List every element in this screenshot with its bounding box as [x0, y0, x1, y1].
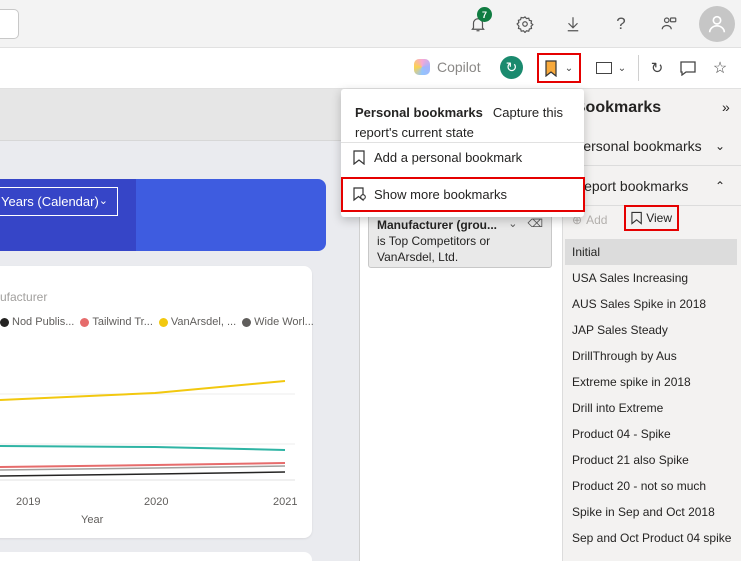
bookmark-item[interactable]: Product 04 - Spike [565, 421, 737, 447]
chart-legend: Nod Publis... Tailwind Tr... VanArsdel, … [0, 316, 314, 328]
avatar[interactable] [699, 6, 735, 42]
chevron-down-icon: ⌄ [98, 195, 108, 207]
filter-card-actions: ⌄ ⌫ [508, 216, 543, 232]
chart-card-lower[interactable] [0, 552, 312, 561]
bookmark-view-icon [631, 211, 642, 225]
reset-button[interactable]: ↻ [500, 56, 523, 79]
bookmark-item[interactable]: Product 21 also Spike [565, 447, 737, 473]
report-page-strip [0, 89, 360, 141]
bookmark-item[interactable]: Drill into Extreme [565, 395, 737, 421]
view-button[interactable]: ⌄ [592, 57, 630, 79]
legend-label: Tailwind Tr... [92, 316, 153, 328]
comment-icon [680, 60, 696, 76]
help-icon: ? [616, 14, 626, 33]
bookmark-item[interactable]: DrillThrough by Aus [565, 343, 737, 369]
search-input[interactable] [0, 9, 19, 39]
filter-value: is Top Competitors or VanArsdel, Ltd. [377, 234, 491, 264]
popup-title: Personal bookmarks [355, 105, 483, 120]
add-personal-label: Add a personal bookmark [374, 150, 523, 165]
eraser-icon[interactable]: ⌫ [527, 216, 543, 232]
bookmark-item[interactable]: AUS Sales Spike in 2018 [565, 291, 737, 317]
add-label: Add [586, 213, 608, 227]
comment-button[interactable] [679, 57, 697, 79]
collapse-pane-icon[interactable]: » [722, 99, 730, 115]
favorite-button[interactable]: ☆ [711, 57, 729, 79]
legend-dot [0, 317, 9, 327]
chevron-down-icon[interactable]: ⌄ [508, 216, 517, 232]
personal-bookmarks-section[interactable]: Personal bookmarks ⌄ [562, 126, 741, 166]
filter-card[interactable]: Manufacturer (grou... is Top Competitors… [368, 210, 552, 268]
legend-item[interactable]: VanArsdel, ... [158, 316, 237, 328]
bookmark-item[interactable]: Sep and Oct Product 04 spike [565, 525, 737, 551]
reset-icon: ↻ [505, 59, 518, 75]
legend-dot [158, 317, 168, 327]
bookmark-item[interactable]: Initial [565, 239, 737, 265]
add-personal-bookmark-item[interactable]: Add a personal bookmark [353, 150, 522, 165]
copilot-button[interactable]: Copilot [414, 59, 481, 75]
refresh-button[interactable]: ↻ [648, 57, 666, 79]
avatar-icon [708, 15, 726, 33]
refresh-icon: ↻ [650, 60, 664, 77]
chevron-down-icon: ⌄ [617, 62, 627, 74]
line-chart-plot [0, 380, 295, 481]
legend-label: Wide Worl... [254, 316, 314, 328]
bookmark-item[interactable]: JAP Sales Steady [565, 317, 737, 343]
chevron-down-icon: ⌄ [714, 138, 725, 153]
bookmarks-pane-title: Bookmarks [574, 99, 662, 116]
view-bookmarks-button[interactable]: View [624, 205, 679, 231]
popup-header: Personal bookmarks Capture this report's … [355, 103, 577, 143]
view-label: View [646, 211, 672, 225]
bookmark-item[interactable]: Spike in Sep and Oct 2018 [565, 499, 737, 525]
legend-item[interactable]: Wide Worl... [242, 316, 314, 328]
bookmark-list: Initial USA Sales Increasing AUS Sales S… [565, 239, 737, 551]
series-line-nod[interactable] [0, 471, 286, 477]
legend-item[interactable]: Nod Publis... [0, 316, 74, 328]
chart-subtitle: ufacturer [0, 290, 48, 304]
x-axis-title: Year [81, 514, 104, 526]
popup-divider [341, 142, 584, 143]
toolbar-divider [638, 55, 639, 81]
legend-item[interactable]: Tailwind Tr... [80, 316, 153, 328]
top-bar: 7 ? [0, 0, 741, 48]
copilot-label: Copilot [437, 59, 481, 75]
bookmark-add-icon [353, 150, 365, 165]
share-button[interactable] [655, 10, 683, 38]
chevron-up-icon: ⌃ [714, 178, 725, 193]
bookmark-item[interactable]: USA Sales Increasing [565, 265, 737, 291]
copilot-icon [414, 59, 430, 75]
notification-badge: 7 [477, 7, 492, 22]
x-tick-label: 2021 [273, 496, 298, 508]
section-label: Report bookmarks [574, 177, 689, 194]
legend-dot [242, 317, 252, 327]
download-icon [567, 17, 579, 32]
view-icon [595, 62, 612, 74]
year-slicer[interactable]: Years (Calendar) ⌄ [0, 187, 118, 216]
legend-label: Nod Publis... [12, 316, 75, 328]
report-bookmarks-section[interactable]: Report bookmarks ⌃ [562, 166, 741, 206]
section-label: Personal bookmarks [574, 137, 702, 154]
report-toolbar: Copilot ↻ ⌄ ⌄ ↻ ☆ [0, 48, 741, 89]
bookmark-button[interactable]: ⌄ [537, 53, 581, 83]
slicer-value: Years (Calendar) [1, 194, 99, 209]
notifications-button[interactable]: 7 [464, 7, 492, 38]
download-button[interactable] [559, 10, 587, 38]
share-icon [661, 17, 677, 30]
help-button[interactable]: ? [607, 10, 635, 38]
bookmark-icon [545, 59, 557, 77]
show-more-bookmarks-item[interactable]: Show more bookmarks [341, 177, 585, 212]
settings-button[interactable] [511, 10, 539, 38]
x-tick-label: 2020 [144, 496, 169, 508]
bookmark-item[interactable]: Product 20 - not so much [565, 473, 737, 499]
bookmark-item[interactable]: Extreme spike in 2018 [565, 369, 737, 395]
bookmark-search-icon [353, 187, 366, 202]
series-line-vanarsdel[interactable] [0, 380, 286, 401]
x-tick-label: 2019 [16, 496, 41, 508]
favorite-icon: ☆ [712, 60, 728, 77]
gear-icon [516, 16, 534, 33]
legend-dot [80, 317, 90, 327]
chevron-down-icon: ⌄ [564, 62, 574, 74]
series-line-teal[interactable] [0, 445, 286, 451]
show-more-label: Show more bookmarks [374, 187, 507, 202]
legend-label: VanArsdel, ... [170, 316, 237, 328]
